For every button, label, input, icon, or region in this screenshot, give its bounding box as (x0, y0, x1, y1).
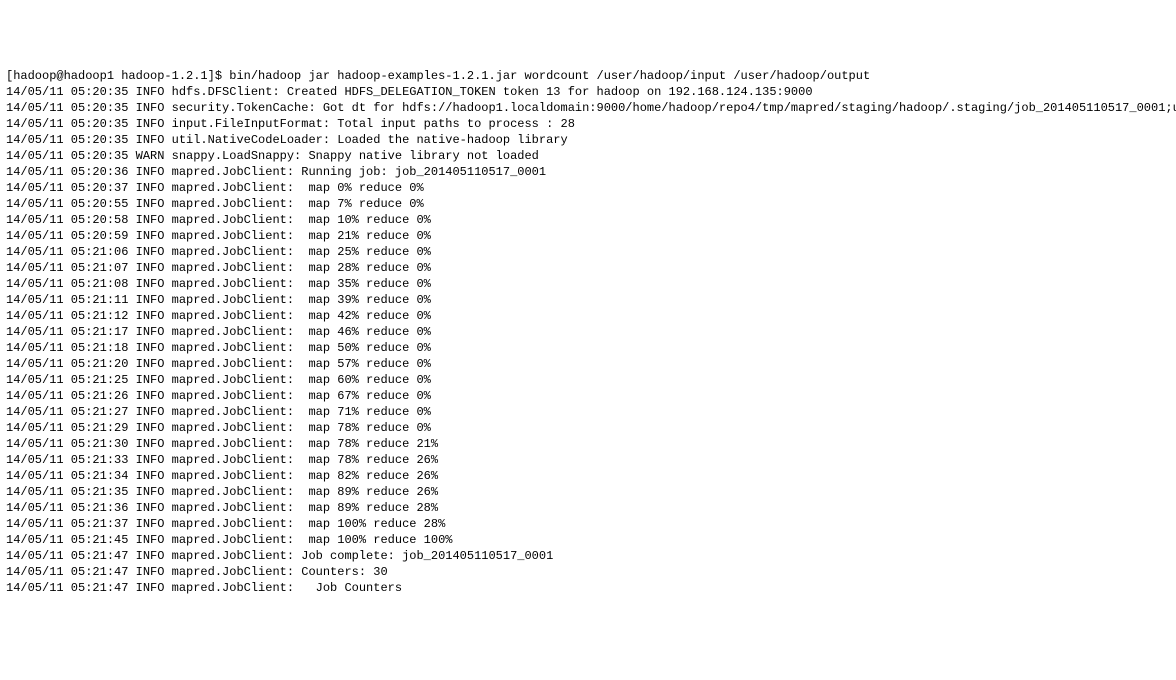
log-line: 14/05/11 05:21:35 INFO mapred.JobClient:… (6, 484, 1170, 500)
log-line: 14/05/11 05:20:35 INFO input.FileInputFo… (6, 116, 1170, 132)
log-line: 14/05/11 05:20:35 INFO security.TokenCac… (6, 100, 1170, 116)
log-line: 14/05/11 05:21:25 INFO mapred.JobClient:… (6, 372, 1170, 388)
shell-prompt: [hadoop@hadoop1 hadoop-1.2.1]$ (6, 69, 229, 83)
log-line: 14/05/11 05:21:34 INFO mapred.JobClient:… (6, 468, 1170, 484)
log-line: 14/05/11 05:21:17 INFO mapred.JobClient:… (6, 324, 1170, 340)
log-line: 14/05/11 05:21:11 INFO mapred.JobClient:… (6, 292, 1170, 308)
log-line: 14/05/11 05:21:20 INFO mapred.JobClient:… (6, 356, 1170, 372)
log-line: 14/05/11 05:21:47 INFO mapred.JobClient:… (6, 548, 1170, 564)
log-line: 14/05/11 05:20:35 WARN snappy.LoadSnappy… (6, 148, 1170, 164)
log-line: 14/05/11 05:21:45 INFO mapred.JobClient:… (6, 532, 1170, 548)
command-line[interactable]: [hadoop@hadoop1 hadoop-1.2.1]$ bin/hadoo… (6, 68, 1170, 84)
log-line: 14/05/11 05:20:36 INFO mapred.JobClient:… (6, 164, 1170, 180)
log-line: 14/05/11 05:21:30 INFO mapred.JobClient:… (6, 436, 1170, 452)
log-line: 14/05/11 05:21:26 INFO mapred.JobClient:… (6, 388, 1170, 404)
log-line: 14/05/11 05:21:12 INFO mapred.JobClient:… (6, 308, 1170, 324)
log-line: 14/05/11 05:21:18 INFO mapred.JobClient:… (6, 340, 1170, 356)
log-line: 14/05/11 05:21:27 INFO mapred.JobClient:… (6, 404, 1170, 420)
log-line: 14/05/11 05:21:47 INFO mapred.JobClient:… (6, 580, 1170, 596)
log-line: 14/05/11 05:21:07 INFO mapred.JobClient:… (6, 260, 1170, 276)
log-line: 14/05/11 05:21:36 INFO mapred.JobClient:… (6, 500, 1170, 516)
log-line: 14/05/11 05:21:29 INFO mapred.JobClient:… (6, 420, 1170, 436)
log-line: 14/05/11 05:21:37 INFO mapred.JobClient:… (6, 516, 1170, 532)
log-line: 14/05/11 05:20:59 INFO mapred.JobClient:… (6, 228, 1170, 244)
log-line: 14/05/11 05:20:35 INFO hdfs.DFSClient: C… (6, 84, 1170, 100)
log-line: 14/05/11 05:21:47 INFO mapred.JobClient:… (6, 564, 1170, 580)
log-line: 14/05/11 05:20:58 INFO mapred.JobClient:… (6, 212, 1170, 228)
log-line: 14/05/11 05:20:55 INFO mapred.JobClient:… (6, 196, 1170, 212)
log-line: 14/05/11 05:21:08 INFO mapred.JobClient:… (6, 276, 1170, 292)
shell-command: bin/hadoop jar hadoop-examples-1.2.1.jar… (229, 69, 870, 83)
log-line: 14/05/11 05:20:35 INFO util.NativeCodeLo… (6, 132, 1170, 148)
log-line: 14/05/11 05:21:06 INFO mapred.JobClient:… (6, 244, 1170, 260)
terminal-output: [hadoop@hadoop1 hadoop-1.2.1]$ bin/hadoo… (6, 68, 1170, 596)
log-line: 14/05/11 05:21:33 INFO mapred.JobClient:… (6, 452, 1170, 468)
log-line: 14/05/11 05:20:37 INFO mapred.JobClient:… (6, 180, 1170, 196)
